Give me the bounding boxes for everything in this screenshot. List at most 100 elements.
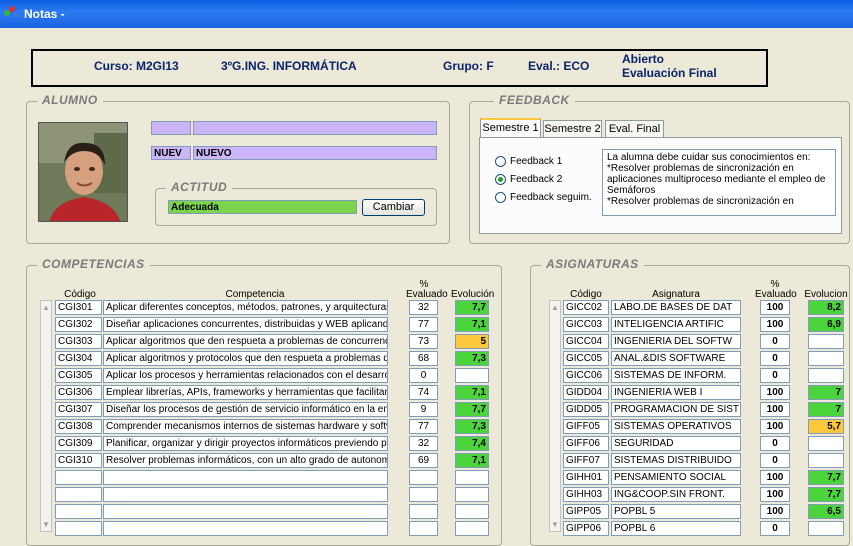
- asig-pct-cell[interactable]: 0: [760, 436, 790, 451]
- asig-codigo-cell[interactable]: GICC02: [563, 300, 609, 315]
- scroll-up-icon[interactable]: ▲: [550, 302, 560, 313]
- comp-pct-cell[interactable]: 73: [409, 334, 438, 349]
- asig-pct-cell[interactable]: 100: [760, 419, 790, 434]
- asig-asignatura-cell[interactable]: ANAL.&DIS SOFTWARE: [611, 351, 741, 366]
- asig-codigo-cell[interactable]: GIHH03: [563, 487, 609, 502]
- comp-pct-cell[interactable]: 9: [409, 402, 438, 417]
- comp-evolucion-cell: 7,1: [455, 317, 489, 332]
- comp-competencia-cell[interactable]: Planificar, organizar y dirigir proyecto…: [103, 436, 388, 451]
- asig-asignatura-cell[interactable]: INGENIERIA WEB I: [611, 385, 741, 400]
- asig-asignatura-cell[interactable]: ING&COOP.SIN FRONT.: [611, 487, 741, 502]
- asig-codigo-cell[interactable]: GICC03: [563, 317, 609, 332]
- tab-semestre-1[interactable]: Semestre 1: [480, 118, 541, 137]
- comp-pct-cell[interactable]: 69: [409, 453, 438, 468]
- asig-asignatura-cell[interactable]: POPBL 6: [611, 521, 741, 536]
- comp-codigo-cell[interactable]: CGI310: [55, 453, 102, 468]
- asig-codigo-cell[interactable]: GIFF06: [563, 436, 609, 451]
- asig-pct-cell[interactable]: 0: [760, 351, 790, 366]
- comp-pct-cell[interactable]: [409, 487, 438, 502]
- comp-codigo-cell[interactable]: CGI303: [55, 334, 102, 349]
- asig-asignatura-cell[interactable]: SEGURIDAD: [611, 436, 741, 451]
- asig-asignatura-cell[interactable]: SISTEMAS OPERATIVOS: [611, 419, 741, 434]
- comp-codigo-cell[interactable]: [55, 487, 102, 502]
- asig-codigo-cell[interactable]: GIPP06: [563, 521, 609, 536]
- comp-codigo-cell[interactable]: CGI307: [55, 402, 102, 417]
- feedback-text[interactable]: La alumna debe cuidar sus conocimientos …: [602, 149, 836, 216]
- comp-pct-cell[interactable]: [409, 470, 438, 485]
- comp-competencia-cell[interactable]: Aplicar los procesos y herramientas rela…: [103, 368, 388, 383]
- comp-competencia-cell[interactable]: Diseñar aplicaciones concurrentes, distr…: [103, 317, 388, 332]
- comp-competencia-cell[interactable]: Resolver problemas informáticos, con un …: [103, 453, 388, 468]
- comp-pct-cell[interactable]: [409, 504, 438, 519]
- asig-codigo-cell[interactable]: GIFF05: [563, 419, 609, 434]
- comp-codigo-cell[interactable]: CGI306: [55, 385, 102, 400]
- comp-competencia-cell[interactable]: [103, 504, 388, 519]
- cambiar-button[interactable]: Cambiar: [362, 199, 425, 216]
- asig-pct-cell[interactable]: 0: [760, 368, 790, 383]
- comp-competencia-cell[interactable]: Emplear librerías, APIs, frameworks y he…: [103, 385, 388, 400]
- comp-pct-cell[interactable]: 68: [409, 351, 438, 366]
- comp-codigo-cell[interactable]: CGI308: [55, 419, 102, 434]
- tab-semestre-2[interactable]: Semestre 2: [543, 120, 602, 137]
- asig-scrollbar[interactable]: ▲ ▼: [549, 300, 561, 532]
- asig-pct-cell[interactable]: 100: [760, 317, 790, 332]
- asig-codigo-cell[interactable]: GIHH01: [563, 470, 609, 485]
- comp-competencia-cell[interactable]: [103, 487, 388, 502]
- comp-pct-cell[interactable]: 0: [409, 368, 438, 383]
- asig-codigo-cell[interactable]: GICC06: [563, 368, 609, 383]
- comp-competencia-cell[interactable]: Diseñar los procesos de gestión de servi…: [103, 402, 388, 417]
- asig-asignatura-cell[interactable]: LABO.DE BASES DE DAT: [611, 300, 741, 315]
- feedback-2-radio[interactable]: Feedback 2: [495, 174, 562, 185]
- comp-codigo-cell[interactable]: CGI301: [55, 300, 102, 315]
- comp-codigo-cell[interactable]: CGI309: [55, 436, 102, 451]
- comp-competencia-cell[interactable]: Aplicar diferentes conceptos, métodos, p…: [103, 300, 388, 315]
- asig-asignatura-cell[interactable]: INGENIERIA DEL SOFTW: [611, 334, 741, 349]
- asig-pct-cell[interactable]: 100: [760, 385, 790, 400]
- comp-pct-cell[interactable]: 74: [409, 385, 438, 400]
- asig-codigo-cell[interactable]: GIPP05: [563, 504, 609, 519]
- feedback-seguim-radio[interactable]: Feedback seguim.: [495, 192, 592, 203]
- tab-eval-final[interactable]: Eval. Final: [605, 120, 664, 137]
- comp-competencia-cell[interactable]: Comprender mecanismos internos de sistem…: [103, 419, 388, 434]
- asig-codigo-cell[interactable]: GIDD04: [563, 385, 609, 400]
- asig-asignatura-cell[interactable]: POPBL 5: [611, 504, 741, 519]
- comp-codigo-cell[interactable]: [55, 470, 102, 485]
- comp-evolucion-cell: [455, 504, 489, 519]
- comp-codigo-cell[interactable]: [55, 504, 102, 519]
- asig-codigo-cell[interactable]: GIDD05: [563, 402, 609, 417]
- asig-asignatura-cell[interactable]: SISTEMAS DE INFORM.: [611, 368, 741, 383]
- comp-codigo-cell[interactable]: [55, 521, 102, 536]
- asig-codigo-cell[interactable]: GIFF07: [563, 453, 609, 468]
- asig-pct-cell[interactable]: 0: [760, 453, 790, 468]
- asig-pct-cell[interactable]: 0: [760, 334, 790, 349]
- feedback-1-radio[interactable]: Feedback 1: [495, 156, 562, 167]
- comp-pct-cell[interactable]: 77: [409, 419, 438, 434]
- comp-codigo-cell[interactable]: CGI304: [55, 351, 102, 366]
- comp-competencia-cell[interactable]: Aplicar algoritmos que den respueta a pr…: [103, 334, 388, 349]
- comp-competencia-cell[interactable]: [103, 470, 388, 485]
- comp-pct-cell[interactable]: 32: [409, 300, 438, 315]
- scroll-down-icon[interactable]: ▼: [550, 519, 560, 530]
- comp-codigo-cell[interactable]: CGI305: [55, 368, 102, 383]
- asig-asignatura-cell[interactable]: SISTEMAS DISTRIBUIDO: [611, 453, 741, 468]
- comp-pct-cell[interactable]: 32: [409, 436, 438, 451]
- asig-pct-cell[interactable]: 100: [760, 504, 790, 519]
- comp-scrollbar[interactable]: ▲ ▼: [40, 300, 52, 532]
- asig-pct-cell[interactable]: 100: [760, 470, 790, 485]
- asig-asignatura-cell[interactable]: INTELIGENCIA ARTIFIC: [611, 317, 741, 332]
- asig-pct-cell[interactable]: 100: [760, 487, 790, 502]
- asig-codigo-cell[interactable]: GICC05: [563, 351, 609, 366]
- asig-pct-cell[interactable]: 100: [760, 300, 790, 315]
- comp-competencia-cell[interactable]: Aplicar algoritmos y protocolos que den …: [103, 351, 388, 366]
- asig-pct-cell[interactable]: 100: [760, 402, 790, 417]
- scroll-down-icon[interactable]: ▼: [41, 519, 51, 530]
- asig-codigo-cell[interactable]: GICC04: [563, 334, 609, 349]
- comp-pct-cell[interactable]: 77: [409, 317, 438, 332]
- comp-codigo-cell[interactable]: CGI302: [55, 317, 102, 332]
- comp-competencia-cell[interactable]: [103, 521, 388, 536]
- asig-asignatura-cell[interactable]: PROGRAMACION DE SIST: [611, 402, 741, 417]
- asig-asignatura-cell[interactable]: PENSAMIENTO SOCIAL: [611, 470, 741, 485]
- scroll-up-icon[interactable]: ▲: [41, 302, 51, 313]
- asig-pct-cell[interactable]: 0: [760, 521, 790, 536]
- comp-pct-cell[interactable]: [409, 521, 438, 536]
